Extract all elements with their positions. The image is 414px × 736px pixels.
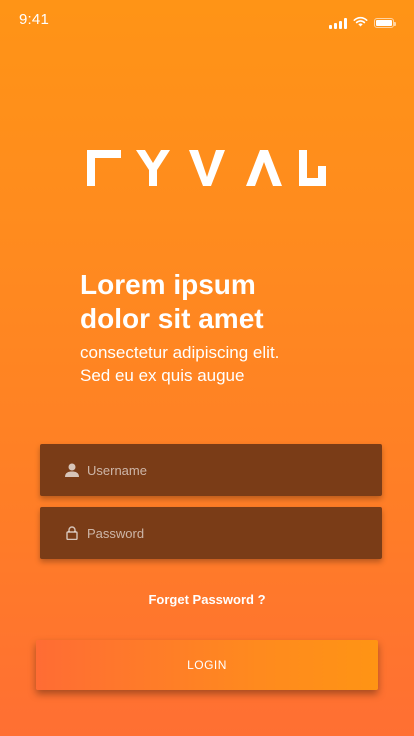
password-input[interactable] <box>82 507 382 559</box>
headline-line-2: dolor sit amet <box>80 303 264 334</box>
user-icon <box>62 463 82 477</box>
subhead-line-1: consectetur adipiscing elit. <box>80 343 280 362</box>
brand-logo <box>87 150 327 188</box>
subhead-line-2: Sed eu ex quis augue <box>80 366 245 385</box>
forgot-password-link[interactable]: Forget Password ? <box>0 592 414 607</box>
subheadline: consectetur adipiscing elit. Sed eu ex q… <box>80 341 380 387</box>
login-button[interactable]: LOGIN <box>36 640 378 690</box>
headline-line-1: Lorem ipsum <box>80 269 256 300</box>
password-field[interactable] <box>40 507 382 559</box>
login-screen: 9:41 Lorem ipsum dolor sit amet consecte… <box>0 0 414 736</box>
username-input[interactable] <box>82 444 382 496</box>
wifi-icon <box>353 14 368 32</box>
username-field[interactable] <box>40 444 382 496</box>
lock-icon <box>62 526 82 540</box>
status-bar: 9:41 <box>0 0 414 40</box>
headline: Lorem ipsum dolor sit amet <box>80 268 380 336</box>
battery-icon <box>374 18 396 28</box>
status-time: 9:41 <box>19 11 49 28</box>
status-icons <box>329 14 396 32</box>
signal-icon <box>329 17 347 29</box>
